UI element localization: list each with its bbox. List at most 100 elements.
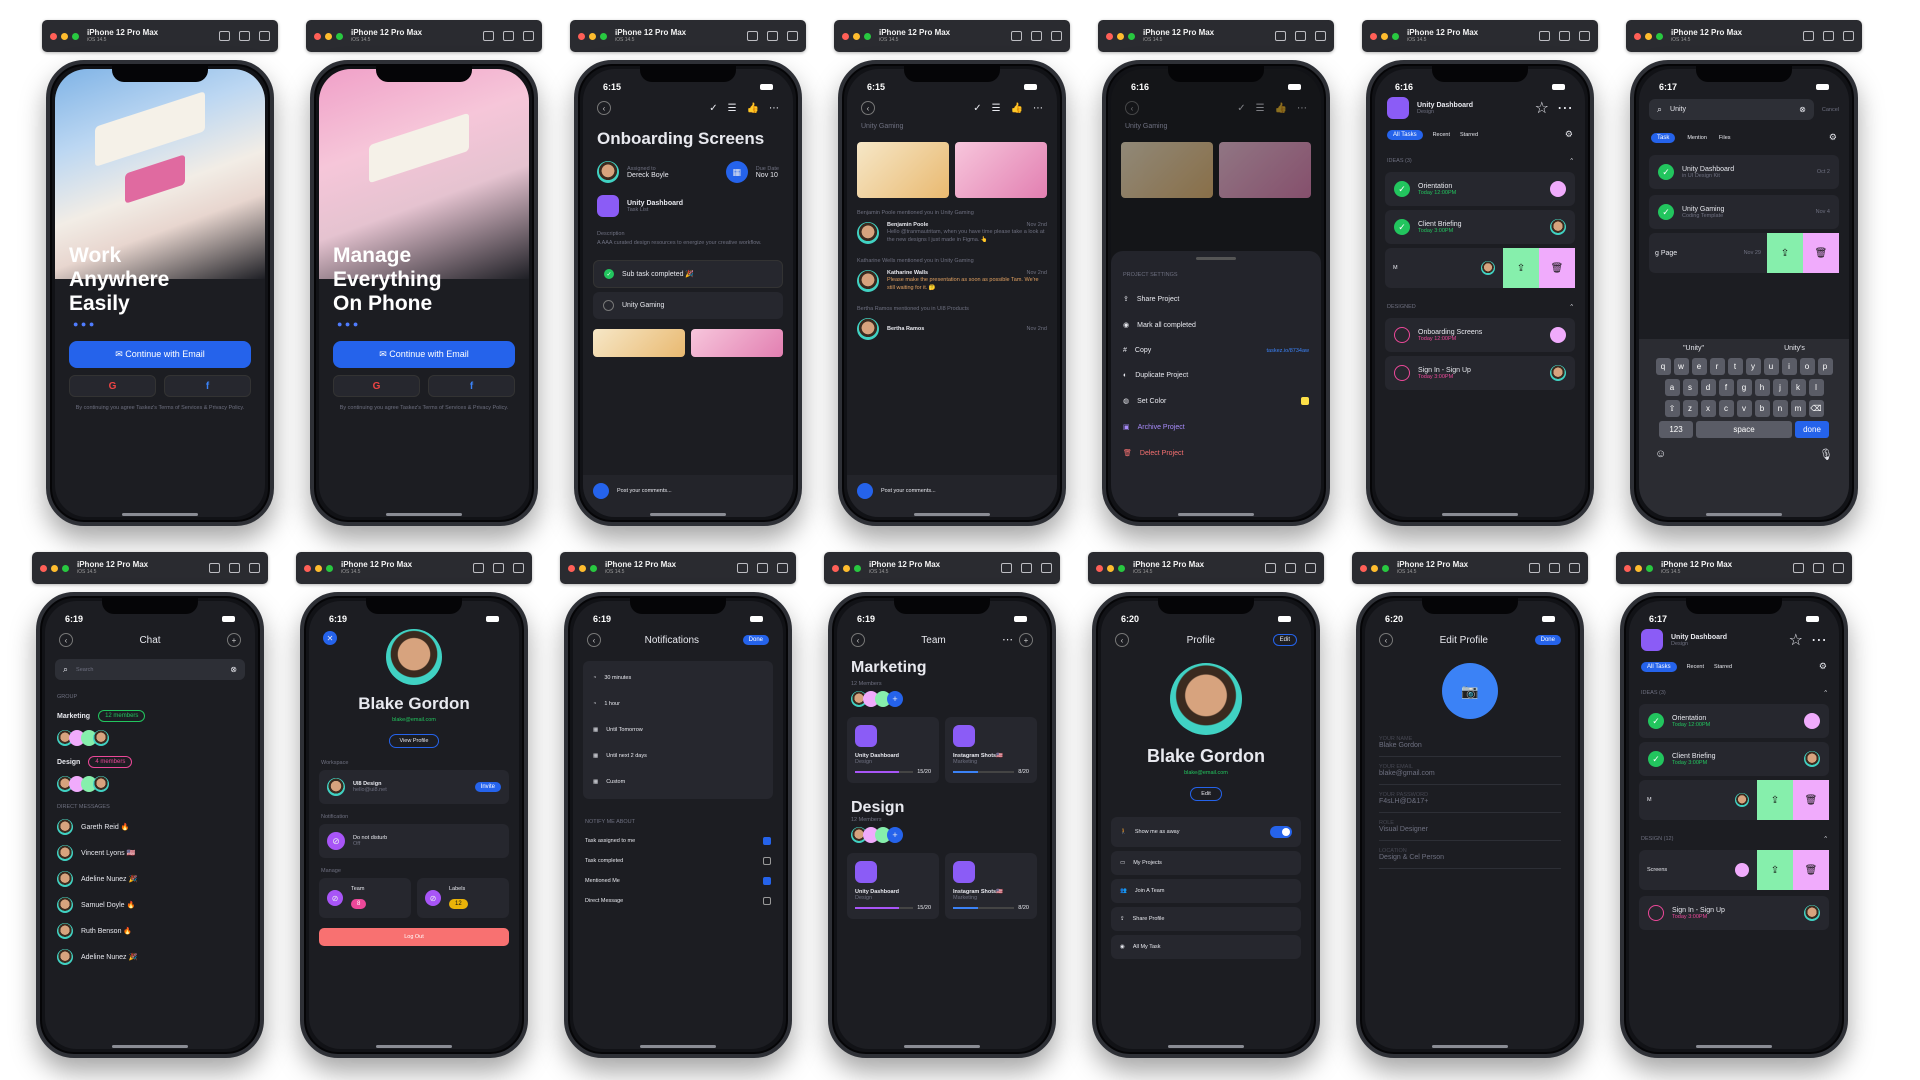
- emoji-icon[interactable]: ☺: [1655, 448, 1666, 461]
- screenshot-icon[interactable]: [1275, 31, 1286, 41]
- snooze-option[interactable]: ▦ Custom: [593, 769, 763, 795]
- subtask-1[interactable]: ✓ Sub task completed 🎉: [593, 260, 783, 288]
- home-icon[interactable]: [229, 563, 240, 573]
- screenshot-icon[interactable]: [473, 563, 484, 573]
- back-icon[interactable]: ‹: [861, 101, 875, 115]
- screenshot-icon[interactable]: [1529, 563, 1540, 573]
- checkbox-icon[interactable]: [763, 837, 771, 845]
- task-orientation[interactable]: ✓ Orientation Today 12:00PM: [1639, 704, 1829, 738]
- rotate-icon[interactable]: [523, 31, 534, 41]
- window-controls[interactable]: [1360, 564, 1389, 572]
- search-input[interactable]: ⌕ Unity ⊗: [1649, 99, 1814, 120]
- swiped-task[interactable]: Screens ⇪ 🗑: [1639, 850, 1829, 890]
- set-color-item[interactable]: ◍ Set Color: [1123, 388, 1309, 414]
- subtask-2[interactable]: Unity Gaming: [593, 292, 783, 319]
- mark-completed-item[interactable]: ◉ Mark all completed: [1123, 312, 1309, 338]
- screenshot-icon[interactable]: [483, 31, 494, 41]
- rotate-icon[interactable]: [1843, 31, 1854, 41]
- task-orientation[interactable]: ✓ Orientation Today 12:00PM: [1385, 172, 1575, 206]
- rotate-icon[interactable]: [787, 31, 798, 41]
- home-icon[interactable]: [493, 563, 504, 573]
- archive-item[interactable]: ▣ Archive Project: [1123, 414, 1309, 440]
- more-icon[interactable]: ⋯: [1811, 630, 1827, 650]
- share-project-item[interactable]: ⇪ Share Project: [1123, 286, 1309, 312]
- result-unity-dashboard[interactable]: ✓ Unity Dashboard in UI Design Kit Oct 2: [1649, 155, 1839, 189]
- invite-button[interactable]: Invite: [474, 782, 501, 792]
- swiped-result[interactable]: g Page Nov 29 ⇪ 🗑: [1649, 233, 1839, 273]
- dm-item[interactable]: Vincent Lyons 🇺🇸: [45, 840, 255, 866]
- window-controls[interactable]: [314, 32, 343, 40]
- star-icon[interactable]: ☆: [1535, 98, 1549, 118]
- check-icon[interactable]: ✓: [1237, 103, 1245, 114]
- back-icon[interactable]: ‹: [597, 101, 611, 115]
- task-client-briefing[interactable]: ✓ Client Briefing Today 3:00PM: [1639, 742, 1829, 776]
- attach-icon[interactable]: [857, 483, 873, 499]
- rotate-icon[interactable]: [1041, 563, 1052, 573]
- rotate-icon[interactable]: [777, 563, 788, 573]
- clear-icon[interactable]: ⊗: [230, 665, 237, 674]
- comment-bar[interactable]: Post your comments...: [583, 475, 793, 517]
- workspace-card[interactable]: UI8 Design hello@ui8.net Invite: [319, 770, 509, 804]
- snooze-option[interactable]: ◔ 1 hour: [593, 691, 763, 717]
- window-controls[interactable]: [50, 32, 79, 40]
- screenshot-icon[interactable]: [209, 563, 220, 573]
- task-signin[interactable]: Sign In - Sign Up Today 3:00PM: [1385, 356, 1575, 390]
- add-icon[interactable]: +: [1018, 633, 1033, 647]
- tab-files[interactable]: Files: [1719, 135, 1731, 141]
- notify-option[interactable]: Task completed: [573, 851, 783, 871]
- copy-item[interactable]: # Copy taskez.io/8734aw: [1123, 338, 1309, 363]
- home-icon[interactable]: [1285, 563, 1296, 573]
- home-icon[interactable]: [757, 563, 768, 573]
- rotate-icon[interactable]: [1579, 31, 1590, 41]
- rotate-icon[interactable]: [1315, 31, 1326, 41]
- share-icon[interactable]: ⇪: [1767, 233, 1803, 273]
- continue-email-button[interactable]: ✉ Continue with Email: [333, 341, 515, 368]
- window-controls[interactable]: [568, 564, 597, 572]
- rotate-icon[interactable]: [1305, 563, 1316, 573]
- logout-button[interactable]: Log Out: [319, 928, 509, 946]
- tab-recent[interactable]: Recent: [1687, 664, 1704, 670]
- google-button[interactable]: G: [333, 375, 420, 397]
- group-design[interactable]: Design 4 members: [45, 748, 255, 774]
- filter-icon[interactable]: ⚙: [1829, 132, 1837, 143]
- window-controls[interactable]: [1106, 32, 1135, 40]
- rotate-icon[interactable]: [1833, 563, 1844, 573]
- chevron-up-icon[interactable]: ^: [1824, 690, 1827, 696]
- group-marketing[interactable]: Marketing 12 members: [45, 704, 255, 728]
- snooze-option[interactable]: ▦ Until next 2 days: [593, 743, 763, 769]
- home-icon[interactable]: [767, 31, 778, 41]
- dnd-card[interactable]: ⊘ Do not disturb Off: [319, 824, 509, 858]
- team-card[interactable]: ⊘ Team 8: [319, 878, 411, 918]
- cancel-button[interactable]: Cancel: [1822, 107, 1839, 113]
- duplicate-item[interactable]: ◐ Duplicate Project: [1123, 363, 1309, 388]
- tab-starred[interactable]: Starred: [1460, 132, 1478, 138]
- rotate-icon[interactable]: [249, 563, 260, 573]
- email-field[interactable]: YOUR EMAIL blake@gmail.com: [1379, 757, 1561, 785]
- screenshot-icon[interactable]: [737, 563, 748, 573]
- window-controls[interactable]: [1634, 32, 1663, 40]
- share-icon[interactable]: ⇪: [1757, 850, 1793, 890]
- chevron-up-icon[interactable]: ^: [1570, 304, 1573, 310]
- tab-task[interactable]: Task: [1651, 132, 1676, 143]
- tab-all-tasks[interactable]: All Tasks: [1387, 129, 1423, 140]
- back-icon[interactable]: ‹: [587, 633, 601, 647]
- home-icon[interactable]: [239, 31, 250, 41]
- rotate-icon[interactable]: [1569, 563, 1580, 573]
- filter-icon[interactable]: ⚙: [1565, 129, 1573, 140]
- facebook-button[interactable]: f: [428, 375, 515, 397]
- dm-item[interactable]: Gareth Reid 🔥: [45, 814, 255, 840]
- screenshot-icon[interactable]: [1001, 563, 1012, 573]
- task-onboarding[interactable]: Onboarding Screens Today 12:00PM: [1385, 318, 1575, 352]
- trash-icon[interactable]: 🗑: [1793, 780, 1829, 820]
- window-controls[interactable]: [832, 564, 861, 572]
- key-row-3[interactable]: ⇧ z x c v b n m ⌫: [1643, 400, 1845, 417]
- home-icon[interactable]: [1295, 31, 1306, 41]
- suggestion-2[interactable]: Unity's: [1784, 345, 1805, 352]
- home-icon[interactable]: [1559, 31, 1570, 41]
- snooze-option[interactable]: ◔ 30 minutes: [593, 665, 763, 691]
- checkbox-icon[interactable]: [763, 897, 771, 905]
- menu-item[interactable]: ◉ All My Task: [1111, 935, 1301, 959]
- screenshot-icon[interactable]: [1803, 31, 1814, 41]
- attach-icon[interactable]: [593, 483, 609, 499]
- camera-icon[interactable]: 📷: [1442, 663, 1498, 719]
